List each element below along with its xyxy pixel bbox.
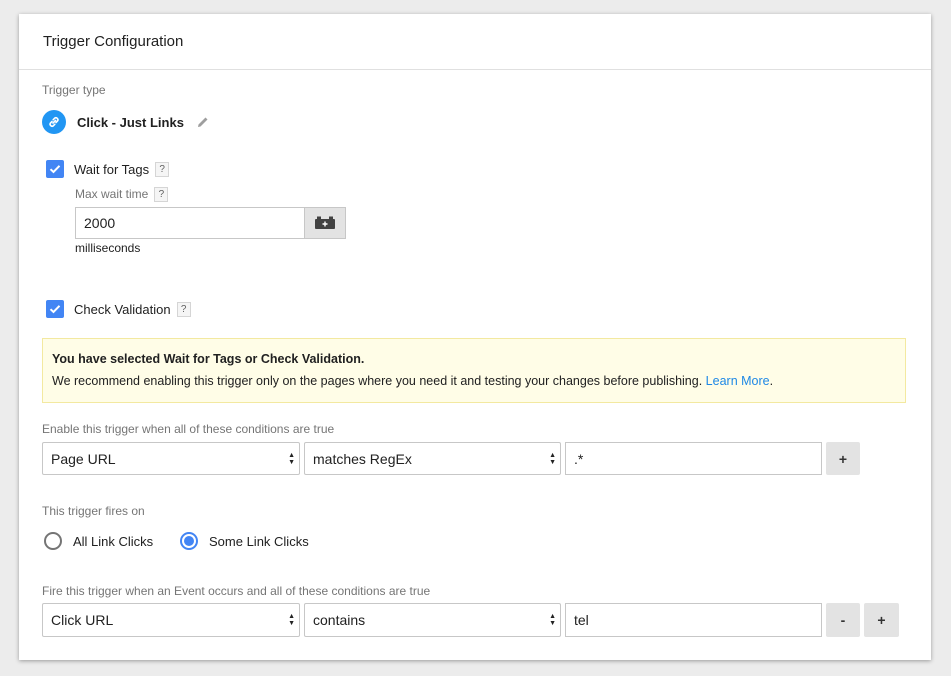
- check-validation-row: Check Validation ?: [46, 300, 191, 318]
- wait-for-tags-checkbox[interactable]: [46, 160, 64, 178]
- wait-for-tags-help-icon[interactable]: ?: [155, 161, 170, 177]
- fire-value-input[interactable]: tel: [565, 603, 822, 637]
- warning-message: We recommend enabling this trigger only …: [52, 374, 896, 388]
- fire-conditions-label: Fire this trigger when an Event occurs a…: [42, 584, 431, 598]
- warning-title: You have selected Wait for Tags or Check…: [52, 352, 365, 366]
- select-arrows-icon: ▲ ▼: [288, 451, 295, 466]
- warning-body: We recommend enabling this trigger only …: [52, 374, 703, 388]
- fire-variable-value: Click URL: [51, 612, 114, 628]
- some-link-clicks-label: Some Link Clicks: [209, 533, 309, 549]
- edit-pencil-icon[interactable]: [196, 115, 210, 129]
- max-wait-time-input[interactable]: 2000: [75, 207, 305, 239]
- trigger-type-row: Click - Just Links: [42, 110, 210, 134]
- validation-warning-box: You have selected Wait for Tags or Check…: [42, 338, 906, 403]
- trigger-type-label: Trigger type: [42, 83, 106, 97]
- milliseconds-unit: milliseconds: [75, 241, 141, 255]
- fire-operator-select[interactable]: contains ▲ ▼: [304, 603, 561, 637]
- wait-for-tags-label: Wait for Tags: [74, 161, 150, 177]
- check-validation-checkbox[interactable]: [46, 300, 64, 318]
- check-validation-help-icon[interactable]: ?: [176, 301, 191, 317]
- select-arrows-icon: ▲ ▼: [549, 451, 556, 466]
- select-arrows-icon: ▲ ▼: [288, 613, 295, 627]
- all-link-clicks-label: All Link Clicks: [73, 533, 154, 549]
- link-icon: [42, 110, 66, 134]
- some-link-clicks-radio[interactable]: [180, 532, 198, 550]
- max-wait-time-text: Max wait time: [75, 187, 149, 201]
- max-wait-time-help-icon[interactable]: ?: [154, 187, 169, 203]
- learn-more-link[interactable]: Learn More: [706, 374, 770, 388]
- wait-for-tags-row: Wait for Tags ?: [46, 160, 170, 178]
- enable-variable-select[interactable]: Page URL ▲ ▼: [42, 442, 300, 475]
- trigger-type-value: Click - Just Links: [77, 114, 184, 130]
- enable-variable-value: Page URL: [51, 450, 116, 467]
- card-title: Trigger Configuration: [19, 14, 931, 70]
- check-validation-label: Check Validation: [74, 301, 171, 317]
- warning-end: .: [769, 374, 774, 388]
- fire-variable-select[interactable]: Click URL ▲ ▼: [42, 603, 300, 637]
- fires-on-label: This trigger fires on: [42, 504, 145, 518]
- max-wait-time-label: Max wait time?: [75, 187, 169, 203]
- enable-conditions-label: Enable this trigger when all of these co…: [42, 422, 335, 436]
- enable-operator-value: matches RegEx: [313, 450, 412, 467]
- trigger-configuration-card: Trigger Configuration Trigger type Click…: [19, 14, 931, 660]
- enable-add-condition-button[interactable]: +: [826, 442, 860, 475]
- variable-picker-button[interactable]: [304, 207, 346, 239]
- all-link-clicks-radio[interactable]: [44, 532, 62, 550]
- fire-add-condition-button[interactable]: +: [864, 603, 899, 637]
- fire-remove-condition-button[interactable]: -: [826, 603, 860, 637]
- enable-operator-select[interactable]: matches RegEx ▲ ▼: [304, 442, 561, 475]
- select-arrows-icon: ▲ ▼: [549, 613, 556, 627]
- fire-operator-value: contains: [313, 612, 366, 628]
- add-variable-icon: [315, 216, 335, 229]
- some-link-clicks-option[interactable]: Some Link Clicks: [180, 532, 309, 550]
- enable-value-input[interactable]: .*: [565, 442, 822, 475]
- all-link-clicks-option[interactable]: All Link Clicks: [44, 532, 153, 550]
